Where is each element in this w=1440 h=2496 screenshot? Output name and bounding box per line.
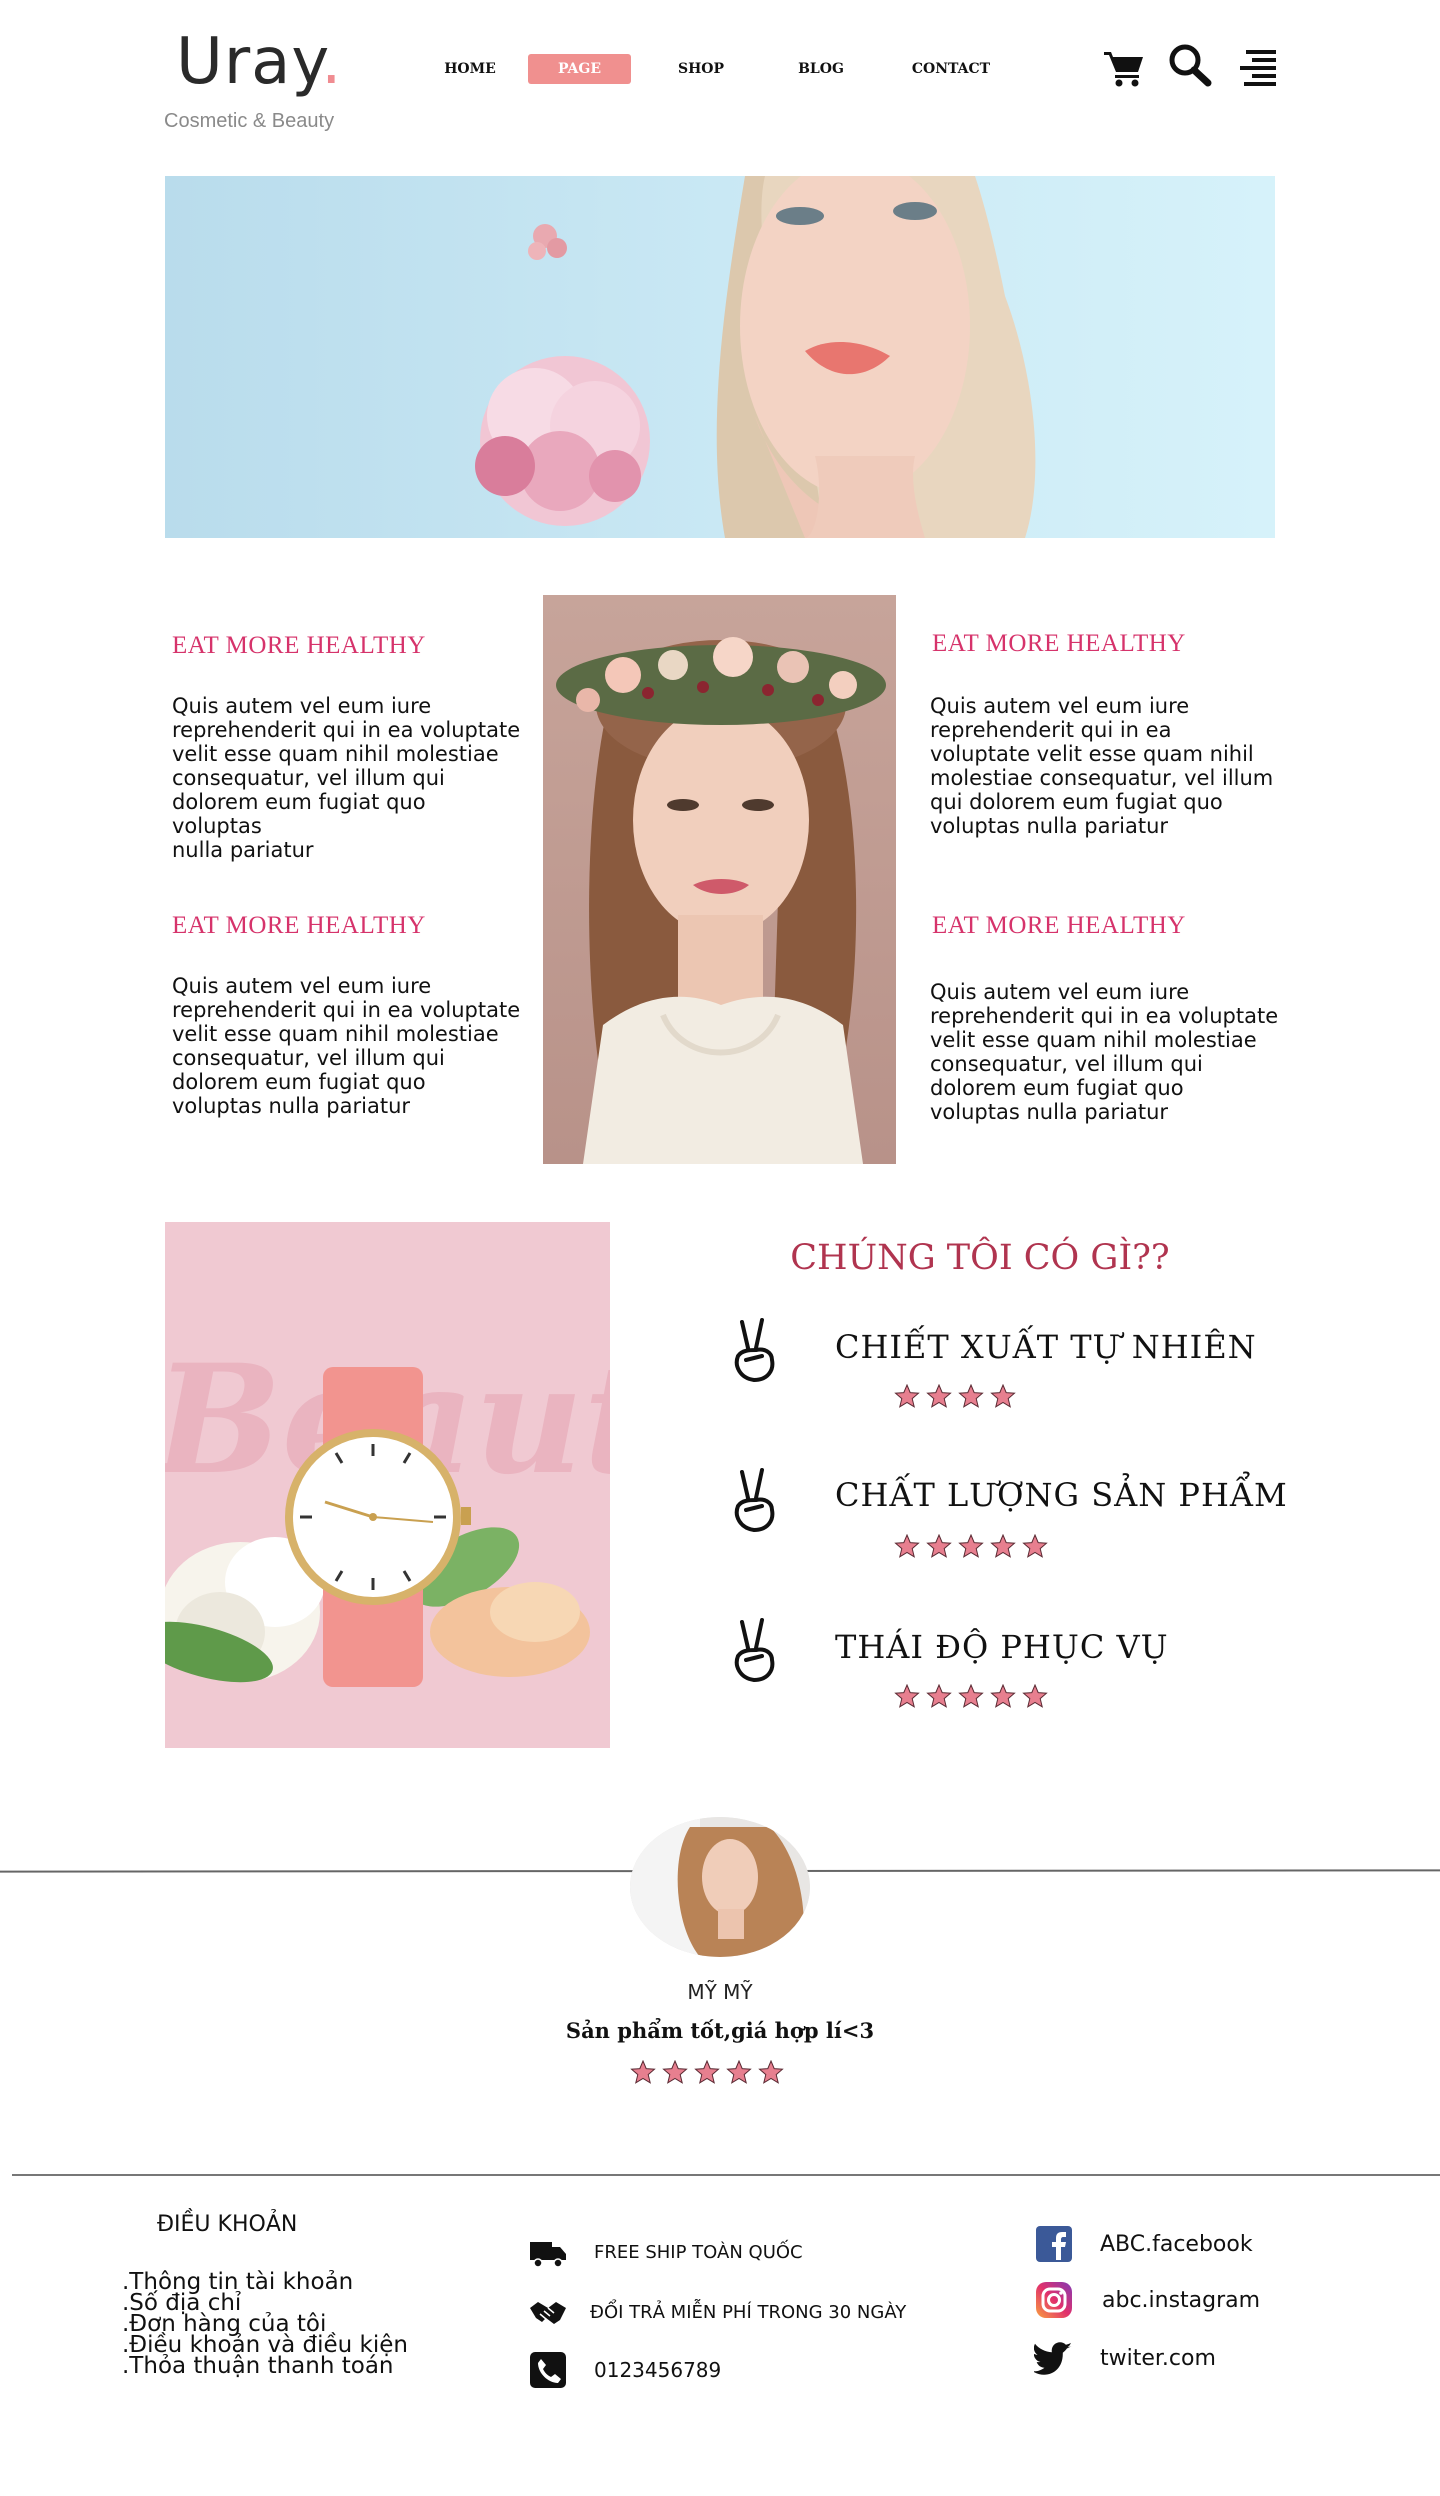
terms-list: .Thông tin tài khoản .Số địa chỉ .Đơn hà… (122, 2271, 408, 2378)
watch-product-image: Beauty (165, 1222, 610, 1748)
facebook-icon (1036, 2226, 1072, 2262)
star-icon (630, 2060, 656, 2084)
nav-home[interactable]: HOME (440, 54, 500, 84)
star-icon (990, 1684, 1016, 1708)
feature-title: EAT MORE HEALTHY (172, 912, 426, 939)
service-text: ĐỔI TRẢ MIỄN PHÍ TRONG 30 NGÀY (590, 2301, 907, 2323)
feature-text: Quis autem vel eum iure reprehenderit qu… (930, 694, 1274, 838)
social-link-text[interactable]: abc.instagram (1102, 2288, 1260, 2313)
rating-stars (630, 2060, 784, 2084)
nav-page[interactable]: PAGE (528, 54, 631, 84)
social-link-text[interactable]: ABC.facebook (1100, 2232, 1253, 2257)
star-icon (894, 1684, 920, 1708)
star-icon (894, 1384, 920, 1408)
terms-title: ĐIỀU KHOẢN (157, 2212, 298, 2237)
search-icon[interactable] (1166, 42, 1214, 90)
feature-text: Quis autem vel eum iure reprehenderit qu… (172, 694, 521, 862)
offer-title: CHIẾT XUẤT TỰ NHIÊN (835, 1328, 1257, 1366)
service-free-ship: FREE SHIP TOÀN QUỐC (528, 2232, 803, 2272)
star-icon (662, 2060, 688, 2084)
peace-hand-icon (734, 1468, 775, 1532)
social-facebook[interactable]: ABC.facebook (1034, 2224, 1253, 2264)
tagline: Cosmetic & Beauty (164, 110, 335, 132)
twitter-icon (1034, 2342, 1072, 2375)
cart-icon[interactable] (1100, 42, 1148, 90)
star-icon (694, 2060, 720, 2084)
phone-icon (530, 2352, 566, 2388)
service-free-return: ĐỔI TRẢ MIỄN PHÍ TRONG 30 NGÀY (528, 2292, 906, 2332)
service-phone: 0123456789 (528, 2350, 721, 2390)
footer-divider (12, 2174, 1440, 2176)
star-icon (758, 2060, 784, 2084)
feature-title: EAT MORE HEALTHY (932, 630, 1186, 657)
social-twitter[interactable]: twiter.com (1034, 2338, 1216, 2378)
nav-contact[interactable]: CONTACT (906, 54, 996, 84)
offer-title: THÁI ĐỘ PHỤC VỤ (835, 1628, 1169, 1666)
service-text: FREE SHIP TOÀN QUỐC (594, 2241, 803, 2263)
rating-stars (894, 1384, 1016, 1408)
star-icon (990, 1534, 1016, 1558)
feature-title: EAT MORE HEALTHY (172, 632, 426, 659)
hero-model-image (475, 176, 1036, 538)
social-link-text[interactable]: twiter.com (1100, 2346, 1216, 2371)
star-icon (926, 1534, 952, 1558)
peace-hand-icon (734, 1618, 775, 1682)
terms-link[interactable]: .Thỏa thuận thanh toán (122, 2355, 408, 2378)
nav-shop[interactable]: SHOP (668, 54, 734, 84)
star-icon (1022, 1684, 1048, 1708)
star-icon (958, 1534, 984, 1558)
offer-title: CHẤT LƯỢNG SẢN PHẨM (835, 1476, 1288, 1514)
hero-banner (165, 176, 1275, 538)
instagram-icon (1036, 2282, 1072, 2318)
offers-heading: CHÚNG TÔI CÓ GÌ?? (790, 1238, 1170, 1278)
truck-icon (530, 2242, 566, 2268)
star-icon (990, 1384, 1016, 1408)
nav-blog[interactable]: BLOG (790, 54, 852, 84)
peace-hand-icon (734, 1318, 775, 1382)
star-icon (926, 1384, 952, 1408)
rating-stars (894, 1684, 1048, 1708)
customer-avatar (630, 1817, 810, 1957)
main-nav: HOME PAGE SHOP BLOG CONTACT (0, 54, 1440, 86)
star-icon (926, 1684, 952, 1708)
feature-text: Quis autem vel eum iure reprehenderit qu… (930, 980, 1279, 1124)
feature-text: Quis autem vel eum iure reprehenderit qu… (172, 974, 521, 1118)
star-icon (726, 2060, 752, 2084)
customer-name: MỸ MỸ (687, 1980, 753, 2004)
handshake-icon (530, 2302, 566, 2324)
rating-stars (894, 1534, 1048, 1558)
star-icon (894, 1534, 920, 1558)
star-icon (958, 1684, 984, 1708)
customer-quote: Sản phẩm tốt,giá hợp lí<3 (565, 2018, 875, 2043)
social-instagram[interactable]: abc.instagram (1034, 2280, 1260, 2320)
service-text: 0123456789 (594, 2358, 722, 2382)
feature-title: EAT MORE HEALTHY (932, 912, 1186, 939)
star-icon (1022, 1534, 1048, 1558)
menu-icon[interactable] (1232, 42, 1280, 90)
star-icon (958, 1384, 984, 1408)
flower-crown-portrait (543, 595, 896, 1164)
